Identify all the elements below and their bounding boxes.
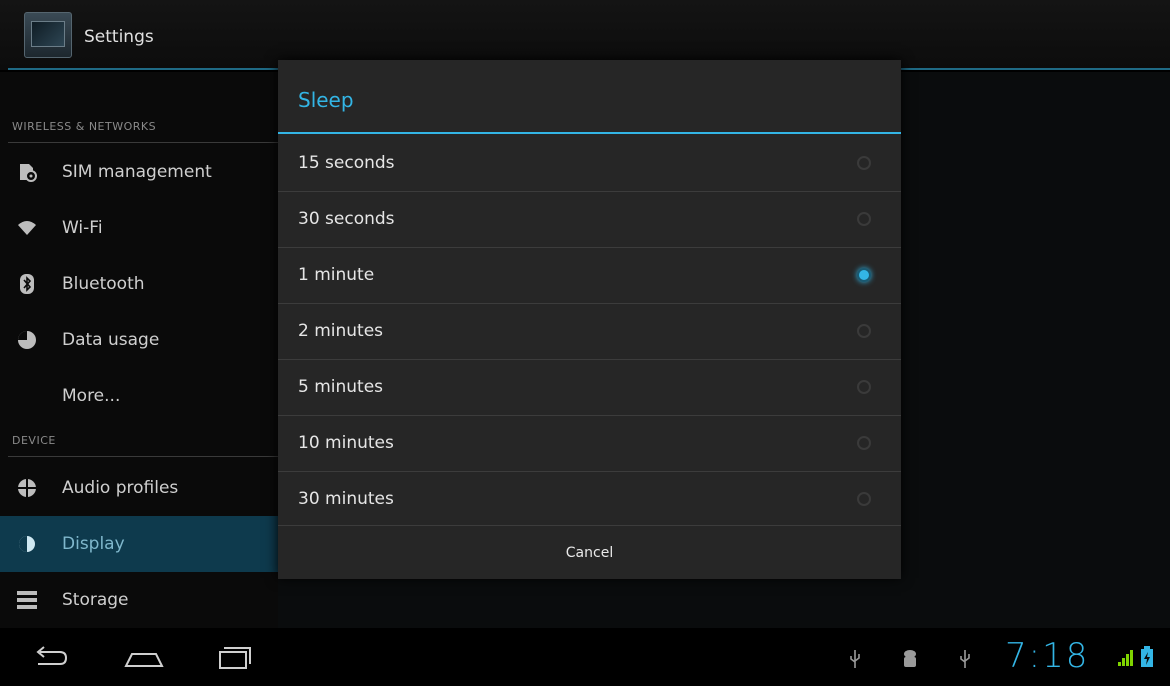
clock: 7:18 [1005, 636, 1090, 676]
option-label: 5 minutes [298, 377, 384, 397]
home-icon[interactable] [122, 642, 166, 672]
sim-management-icon [16, 161, 38, 183]
wifi-icon [16, 217, 38, 239]
sidebar-item-label: Wi-Fi [62, 218, 103, 238]
sidebar-item-label: Display [62, 534, 125, 554]
signal-icon [1116, 648, 1134, 673]
system-bar: 7:18 [0, 628, 1170, 686]
option-label: 1 minute [298, 265, 375, 285]
sidebar-item-bluetooth[interactable]: Bluetooth [0, 256, 278, 312]
app-title: Settings [84, 27, 154, 47]
usb-icon [958, 648, 972, 675]
option-2-minutes[interactable]: 2 minutes [278, 303, 901, 359]
display-icon [16, 533, 38, 555]
recent-apps-icon[interactable] [212, 642, 256, 672]
radio-button[interactable] [857, 380, 871, 394]
option-label: 30 seconds [298, 209, 395, 229]
dialog-title-divider [278, 132, 901, 134]
sidebar-item-more[interactable]: More... [0, 368, 278, 424]
sidebar-item-data-usage[interactable]: Data usage [0, 312, 278, 368]
option-10-minutes[interactable]: 10 minutes [278, 415, 901, 471]
option-15-seconds[interactable]: 15 seconds [278, 135, 901, 191]
option-label: 10 minutes [298, 433, 394, 453]
section-divider [8, 456, 278, 457]
storage-icon [16, 589, 38, 611]
radio-button[interactable] [857, 156, 871, 170]
sidebar-item-label: Audio profiles [62, 478, 179, 498]
sidebar-item-label: Data usage [62, 330, 160, 350]
option-label: 2 minutes [298, 321, 384, 341]
settings-app-icon[interactable] [24, 12, 72, 58]
option-30-seconds[interactable]: 30 seconds [278, 191, 901, 247]
data-usage-icon [16, 329, 38, 351]
sidebar-item-audio-profiles[interactable]: Audio profiles [0, 460, 278, 516]
sidebar-item-wifi[interactable]: Wi-Fi [0, 200, 278, 256]
battery-icon [1140, 646, 1154, 673]
back-icon[interactable] [30, 642, 74, 672]
radio-button-checked[interactable] [857, 268, 871, 282]
section-header-wireless: WIRELESS & NETWORKS [12, 120, 157, 133]
option-label: 15 seconds [298, 153, 395, 173]
sidebar-item-label: Bluetooth [62, 274, 145, 294]
sidebar-item-label: SIM management [62, 162, 212, 182]
sidebar-item-label: Storage [62, 590, 129, 610]
dialog-title: Sleep [298, 88, 354, 112]
sidebar-item-storage[interactable]: Storage [0, 572, 278, 628]
radio-button[interactable] [857, 436, 871, 450]
option-5-minutes[interactable]: 5 minutes [278, 359, 901, 415]
section-divider [8, 142, 278, 143]
android-debug-icon [902, 648, 918, 675]
audio-profiles-icon [16, 477, 38, 499]
settings-sidebar: WIRELESS & NETWORKS SIM management Wi-Fi… [0, 72, 278, 628]
sidebar-item-label: More... [62, 386, 121, 406]
sidebar-item-display[interactable]: Display [0, 516, 278, 572]
section-header-device: DEVICE [12, 434, 56, 447]
radio-button[interactable] [857, 324, 871, 338]
option-label: 30 minutes [298, 489, 394, 509]
sidebar-item-sim-management[interactable]: SIM management [0, 144, 278, 200]
option-1-minute[interactable]: 1 minute [278, 247, 901, 303]
bluetooth-icon [16, 273, 38, 295]
usb-icon [848, 648, 862, 675]
option-30-minutes[interactable]: 30 minutes [278, 471, 901, 527]
cancel-button[interactable]: Cancel [278, 525, 901, 579]
sleep-dialog: Sleep 15 seconds 30 seconds 1 minute 2 m… [278, 60, 901, 579]
radio-button[interactable] [857, 492, 871, 506]
radio-button[interactable] [857, 212, 871, 226]
